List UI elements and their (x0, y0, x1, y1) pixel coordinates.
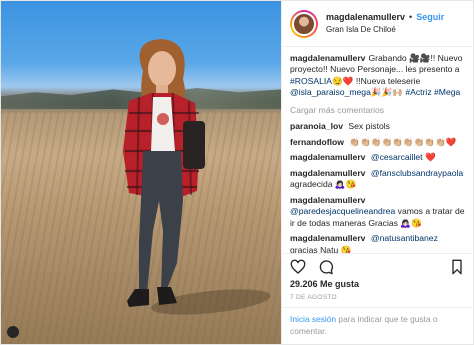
comment-text: agradecida 🙇🏻‍♀️😘 (290, 179, 357, 190)
post-header: magdalenamullerv • Seguir Gran Isla De C… (282, 1, 473, 47)
post-caption: magdalenamullerv Grabando 🎥🎥!! Nuevo proy… (290, 53, 465, 99)
post-side-panel: magdalenamullerv • Seguir Gran Isla De C… (281, 1, 473, 344)
caption-text-2: 😏❤️ !!Nueva teleserie (332, 75, 421, 86)
comment-username[interactable]: magdalenamullerv (290, 233, 365, 243)
comment-text: ❤️ (424, 152, 436, 163)
comment-mention[interactable]: @fansclubsandraypaola (371, 168, 463, 178)
comment-item: paranoia_lov Sex pistols (290, 121, 465, 132)
avatar-image (292, 11, 316, 36)
comment-item: fernandoflow 👏🏼👏🏼👏🏼👏🏼👏🏼👏🏼👏🏼👏🏼👏🏼❤️ (290, 137, 465, 148)
comment-username[interactable]: paranoia_lov (290, 121, 343, 131)
comment-username[interactable]: magdalenamullerv (290, 195, 365, 205)
mention-isla-paraiso[interactable]: @isla_paraiso_mega (290, 87, 371, 97)
header-user-row: magdalenamullerv • Seguir (326, 12, 444, 23)
bookmark-icon[interactable] (449, 259, 465, 275)
header-username[interactable]: magdalenamullerv (326, 12, 405, 23)
caption-text-3: 🎉🎉🙌🏼 (370, 87, 403, 98)
comment-item: magdalenamullerv @fansclubsandraypaola a… (290, 168, 465, 191)
login-prompt: Inicia sesión para indicar que te gusta … (282, 307, 473, 344)
comment-username[interactable]: magdalenamullerv (290, 168, 365, 178)
location-link[interactable]: Gran Isla De Chiloé (326, 25, 444, 35)
comment-item: magdalenamullerv @paredesjacquelineandre… (290, 195, 465, 229)
hashtag-rosalia[interactable]: #ROSALIA (290, 76, 332, 86)
header-separator: • (409, 12, 413, 23)
tagged-user-icon[interactable] (7, 326, 19, 338)
comment-text: 👏🏼👏🏼👏🏼👏🏼👏🏼👏🏼👏🏼👏🏼👏🏼❤️ (349, 136, 457, 147)
photo-person (123, 39, 205, 307)
hashtag-mega[interactable]: #Mega (434, 87, 460, 97)
header-text: magdalenamullerv • Seguir Gran Isla De C… (326, 12, 444, 34)
comment-item: magdalenamullerv @cesarcaillet ❤️ (290, 152, 465, 163)
heart-icon[interactable] (290, 259, 306, 275)
avatar[interactable] (290, 9, 318, 38)
comment-icon[interactable] (318, 259, 334, 275)
comment-text: Sex pistols (348, 121, 390, 132)
comment-mention[interactable]: @paredesjacquelineandrea (290, 206, 395, 216)
comment-username[interactable]: fernandoflow (290, 137, 344, 147)
comment-mention[interactable]: @natusantibanez (371, 233, 438, 243)
comment-item: magdalenamullerv @natusantibanez gracias… (290, 233, 465, 253)
post-date[interactable]: 7 DE AGOSTO (282, 292, 473, 307)
comment-username[interactable]: magdalenamullerv (290, 152, 365, 162)
comments-section[interactable]: magdalenamullerv Grabando 🎥🎥!! Nuevo proy… (282, 47, 473, 253)
comment-text: gracias Natu 😘 (290, 244, 352, 254)
post-actions (282, 253, 473, 279)
likes-count[interactable]: 29.206 Me gusta (282, 279, 473, 292)
instagram-post: magdalenamullerv • Seguir Gran Isla De C… (0, 0, 474, 345)
follow-button[interactable]: Seguir (416, 12, 444, 23)
post-photo[interactable] (1, 1, 281, 344)
comment-mention[interactable]: @cesarcaillet (371, 152, 423, 162)
load-more-comments-button[interactable]: Cargar más comentarios (290, 105, 465, 116)
hashtag-actriz[interactable]: #Actriz (405, 87, 431, 97)
caption-username[interactable]: magdalenamullerv (290, 53, 365, 63)
login-link[interactable]: Inicia sesión (290, 314, 336, 324)
